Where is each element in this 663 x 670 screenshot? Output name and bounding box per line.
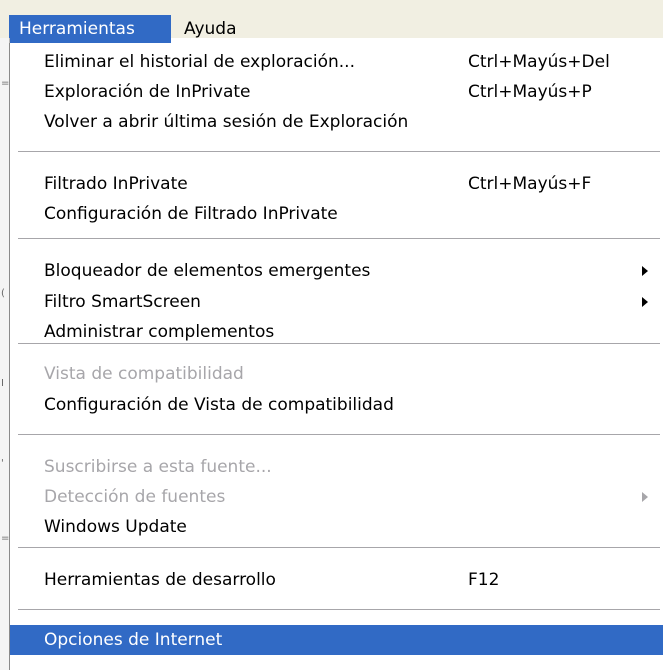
menu-item-windows-update[interactable]: Windows Update <box>16 512 658 542</box>
menu-item-configuracion-de-vista-de-compatibilidad[interactable]: Configuración de Vista de compatibilidad <box>16 390 658 420</box>
menu-item-label: Filtro SmartScreen <box>44 292 201 312</box>
menu-item-shortcut: F12 <box>468 570 500 590</box>
menu-separator <box>18 609 660 610</box>
menu-item-suscribirse-a-esta-fuente: Suscribirse a esta fuente... <box>16 452 658 482</box>
menu-item-herramientas-de-desarrollo[interactable]: Herramientas de desarrollo F12 <box>16 565 658 595</box>
menu-item-vista-de-compatibilidad: Vista de compatibilidad <box>16 359 658 389</box>
menu-item-label: Eliminar el historial de exploración... <box>44 52 355 72</box>
menu-item-volver-a-abrir-ultima-sesion-de-exploracion[interactable]: Volver a abrir última sesión de Explorac… <box>16 107 658 137</box>
partial-glyph: ( <box>1 288 5 299</box>
menu-separator <box>18 151 660 152</box>
herramientas-dropdown-menu: Eliminar el historial de exploración... C… <box>9 43 663 670</box>
menubar-item-label: Herramientas <box>19 19 135 39</box>
menu-item-label: Windows Update <box>44 517 187 537</box>
menu-item-shortcut: Ctrl+Mayús+Del <box>468 52 610 72</box>
submenu-arrow-icon <box>642 297 648 307</box>
partial-glyph: I <box>1 378 4 389</box>
menu-item-label: Detección de fuentes <box>44 487 226 507</box>
menu-separator <box>18 238 660 239</box>
menubar-item-herramientas[interactable]: Herramientas <box>9 15 171 43</box>
partial-glyph: ' <box>1 458 4 469</box>
menu-item-opciones-de-internet[interactable]: Opciones de Internet <box>10 625 663 655</box>
menu-item-label: Volver a abrir última sesión de Explorac… <box>44 112 409 132</box>
menu-separator <box>18 547 660 548</box>
menu-item-label: Configuración de Vista de compatibilidad <box>44 395 394 415</box>
menu-item-shortcut: Ctrl+Mayús+P <box>468 82 592 102</box>
menu-item-label: Opciones de Internet <box>44 630 223 650</box>
menu-item-eliminar-el-historial-de-exploracion[interactable]: Eliminar el historial de exploración... C… <box>16 47 658 77</box>
menu-item-label: Filtrado InPrivate <box>44 174 188 194</box>
menu-item-filtrado-inprivate[interactable]: Filtrado InPrivate Ctrl+Mayús+F <box>16 169 658 199</box>
menu-item-exploracion-de-inprivate[interactable]: Exploración de InPrivate Ctrl+Mayús+P <box>16 77 658 107</box>
menu-item-configuracion-de-filtrado-inprivate[interactable]: Configuración de Filtrado InPrivate <box>16 199 658 229</box>
menu-item-shortcut: Ctrl+Mayús+F <box>468 174 592 194</box>
menu-item-bloqueador-de-elementos-emergentes[interactable]: Bloqueador de elementos emergentes <box>16 256 658 286</box>
menu-item-label: Herramientas de desarrollo <box>44 570 276 590</box>
menu-item-label: Vista de compatibilidad <box>44 364 244 384</box>
menu-item-label: Suscribirse a esta fuente... <box>44 457 272 477</box>
submenu-arrow-icon <box>642 492 648 502</box>
menu-bar: Herramientas Ayuda <box>0 0 663 43</box>
menu-item-filtro-smartscreen[interactable]: Filtro SmartScreen <box>16 287 658 317</box>
menu-separator <box>18 343 660 344</box>
menubar-item-label: Ayuda <box>184 19 237 39</box>
menu-item-deteccion-de-fuentes: Detección de fuentes <box>16 482 658 512</box>
menubar-item-ayuda[interactable]: Ayuda <box>178 15 268 43</box>
menu-item-label: Configuración de Filtrado InPrivate <box>44 204 338 224</box>
menu-item-label: Exploración de InPrivate <box>44 82 251 102</box>
submenu-arrow-icon <box>642 266 648 276</box>
menu-separator <box>18 434 660 435</box>
screen: Herramientas Ayuda = ( I ' = Eliminar el… <box>0 0 663 670</box>
menu-item-label: Bloqueador de elementos emergentes <box>44 261 371 281</box>
